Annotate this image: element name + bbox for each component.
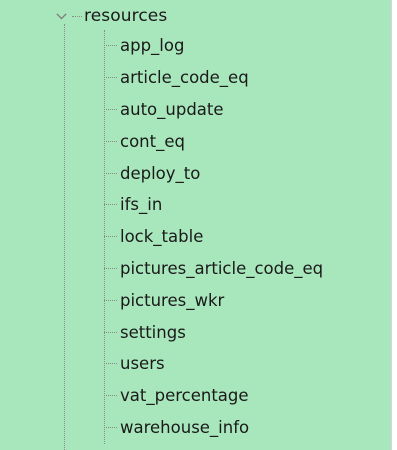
tree-node-auto-update[interactable]: auto_update — [104, 94, 390, 126]
tree-connector — [104, 395, 117, 397]
tree-connector — [104, 299, 117, 301]
tree-node-settings[interactable]: settings — [104, 316, 390, 348]
tree-guide-line — [64, 24, 65, 450]
tree-connector — [104, 331, 117, 333]
tree-node-warehouse-info[interactable]: warehouse_info — [104, 412, 390, 444]
tree-node-cont-eq[interactable]: cont_eq — [104, 125, 390, 157]
tree-connector — [104, 172, 117, 174]
tree-connector — [104, 77, 117, 79]
tree-children-list: app_log article_code_eq auto_update cont… — [104, 30, 390, 443]
tree-node-label[interactable]: vat_percentage — [120, 386, 249, 405]
tree-node-vat-percentage[interactable]: vat_percentage — [104, 380, 390, 412]
tree-node-users[interactable]: users — [104, 348, 390, 380]
tree-node-label[interactable]: pictures_article_code_eq — [120, 259, 323, 278]
tree-node-deploy-to[interactable]: deploy_to — [104, 157, 390, 189]
tree-connector — [104, 267, 117, 269]
tree-node-label[interactable]: users — [120, 354, 165, 373]
tree-node-app-log[interactable]: app_log — [104, 30, 390, 62]
tree-node-label[interactable]: app_log — [120, 36, 184, 55]
tree-connector — [104, 108, 117, 110]
tree-node-lock-table[interactable]: lock_table — [104, 221, 390, 253]
tree-connector — [104, 426, 117, 428]
tree-connector — [104, 140, 117, 142]
tree-connector — [104, 363, 117, 365]
tree-node-label[interactable]: deploy_to — [120, 164, 200, 183]
tree-node-label[interactable]: article_code_eq — [120, 68, 249, 87]
tree-connector — [72, 15, 82, 17]
tree-node-label[interactable]: cont_eq — [120, 132, 185, 151]
tree-node-label[interactable]: auto_update — [120, 100, 224, 119]
tree-node-pictures-wkr[interactable]: pictures_wkr — [104, 284, 390, 316]
tree-node-ifs-in[interactable]: ifs_in — [104, 189, 390, 221]
tree-node-label[interactable]: pictures_wkr — [120, 291, 224, 310]
tree-connector — [104, 236, 117, 238]
tree-node-article-code-eq[interactable]: article_code_eq — [104, 62, 390, 94]
tree-connector — [104, 45, 117, 47]
chevron-down-icon[interactable] — [50, 4, 72, 28]
tree-node-pictures-article-code-eq[interactable]: pictures_article_code_eq — [104, 253, 390, 285]
tree-connector — [104, 204, 117, 206]
tree-node-label[interactable]: settings — [120, 323, 186, 342]
tree-panel: resources app_log article_code_eq auto_u… — [0, 0, 392, 450]
tree-node-label[interactable]: warehouse_info — [120, 418, 249, 437]
tree-node-label[interactable]: lock_table — [120, 227, 203, 246]
tree-view: resources app_log article_code_eq auto_u… — [0, 0, 391, 450]
tree-node-label[interactable]: resources — [84, 6, 167, 26]
tree-node-label[interactable]: ifs_in — [120, 195, 162, 214]
tree-node-resources[interactable]: resources — [50, 4, 167, 28]
